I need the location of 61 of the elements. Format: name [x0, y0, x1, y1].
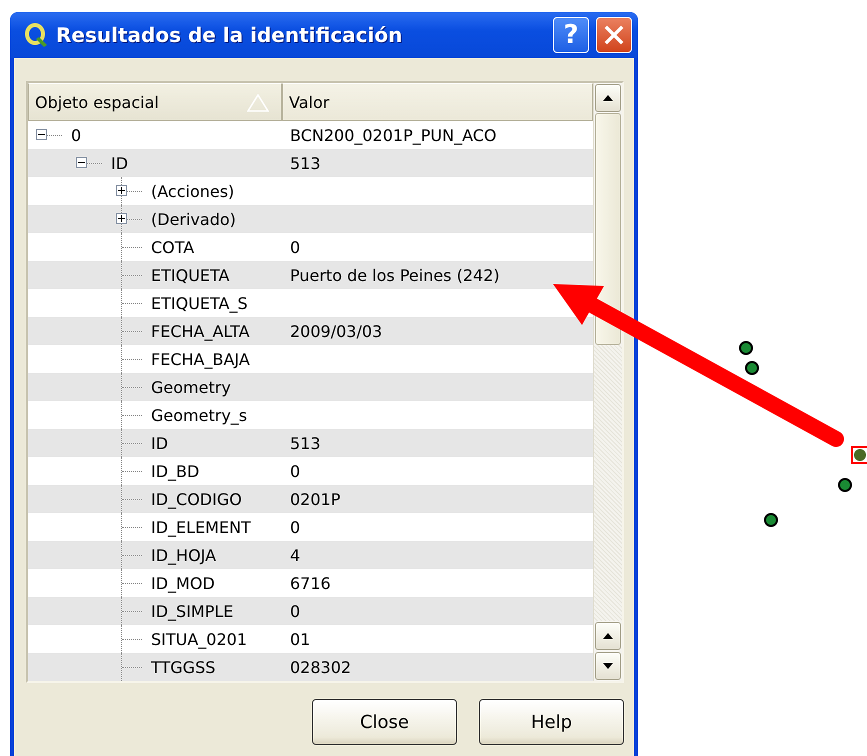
column-header[interactable]: Objeto espacial	[28, 83, 282, 121]
tree-item-value: 513	[290, 154, 321, 172]
scroll-thumb[interactable]	[595, 113, 621, 345]
app-logo-icon	[24, 22, 48, 48]
tree-item-value: 2009/03/03	[290, 322, 382, 340]
tree-item-label[interactable]: ID_MOD	[151, 574, 215, 592]
tree-item-label[interactable]: ID_ELEMENT	[151, 518, 251, 536]
scroll-up-button[interactable]	[595, 622, 621, 650]
help-button[interactable]: Help	[479, 699, 624, 745]
close-icon	[604, 25, 624, 45]
tree-item-label[interactable]: COTA	[151, 238, 194, 256]
tree-item-value: 01	[290, 630, 310, 648]
context-help-button[interactable]: ?	[553, 17, 589, 53]
up-arrow-icon	[602, 94, 614, 102]
tree-item-value: 6716	[290, 574, 331, 592]
map-point	[838, 478, 852, 492]
tree-item-label[interactable]: (Acciones)	[151, 182, 234, 200]
tree-item-label[interactable]: ID_CODIGO	[151, 490, 242, 508]
tree-item-label[interactable]: ID	[111, 154, 128, 172]
tree-item-label[interactable]: SITUA_0201	[151, 630, 248, 648]
tree-item-value: 4	[290, 546, 300, 564]
map-point	[745, 361, 759, 375]
expand-icon[interactable]	[116, 213, 127, 224]
map-point	[739, 341, 753, 355]
tree-item-value: 0	[290, 238, 300, 256]
tree-item-value: 0	[290, 602, 300, 620]
map-point	[764, 513, 778, 527]
tree-item-value: 0201P	[290, 490, 340, 508]
tree-item-label[interactable]: 0	[71, 126, 82, 144]
scrollbar[interactable]	[593, 83, 622, 681]
collapse-icon[interactable]	[36, 129, 47, 140]
tree-item-label[interactable]: ID	[151, 434, 168, 452]
tree-item-label[interactable]: ID_SIMPLE	[151, 602, 234, 620]
tree-item-value: 0	[290, 518, 300, 536]
down-arrow-icon	[602, 662, 614, 670]
tree-item-value: 0	[290, 462, 300, 480]
tree-item-label[interactable]: Geometry	[151, 378, 231, 396]
selected-map-point	[851, 446, 867, 464]
up-arrow-icon	[602, 632, 614, 640]
sort-indicator-icon	[247, 94, 269, 112]
collapse-icon[interactable]	[76, 157, 87, 168]
tree-item-value: BCN200_0201P_PUN_ACO	[290, 126, 496, 144]
tree-item-label[interactable]: FECHA_ALTA	[151, 322, 250, 340]
tree-item-label[interactable]: ETIQUETA	[151, 266, 230, 284]
expand-icon[interactable]	[116, 185, 127, 196]
tree-item-label[interactable]: ID_BD	[151, 462, 200, 480]
tree-item-label[interactable]: ETIQUETA_S	[151, 294, 248, 312]
tree-item-label[interactable]: FECHA_BAJA	[151, 350, 250, 368]
scroll-up-button[interactable]	[595, 84, 621, 112]
tree-item-value: 028302	[290, 658, 352, 676]
column-header[interactable]: Valor	[282, 83, 593, 121]
close-button[interactable]	[596, 17, 632, 53]
tree-item-label[interactable]: (Derivado)	[151, 210, 236, 228]
window-title: Resultados de la identificación	[56, 23, 404, 47]
tree-item-value: 513	[290, 434, 321, 452]
tree-item-label[interactable]: ID_HOJA	[151, 546, 216, 564]
close-dialog-button[interactable]: Close	[312, 699, 457, 745]
tree-item-value: Puerto de los Peines (242)	[290, 266, 500, 284]
scroll-down-button[interactable]	[595, 652, 621, 680]
tree-item-label[interactable]: TTGGSS	[151, 658, 216, 676]
tree-item-label[interactable]: Geometry_s	[151, 406, 248, 424]
